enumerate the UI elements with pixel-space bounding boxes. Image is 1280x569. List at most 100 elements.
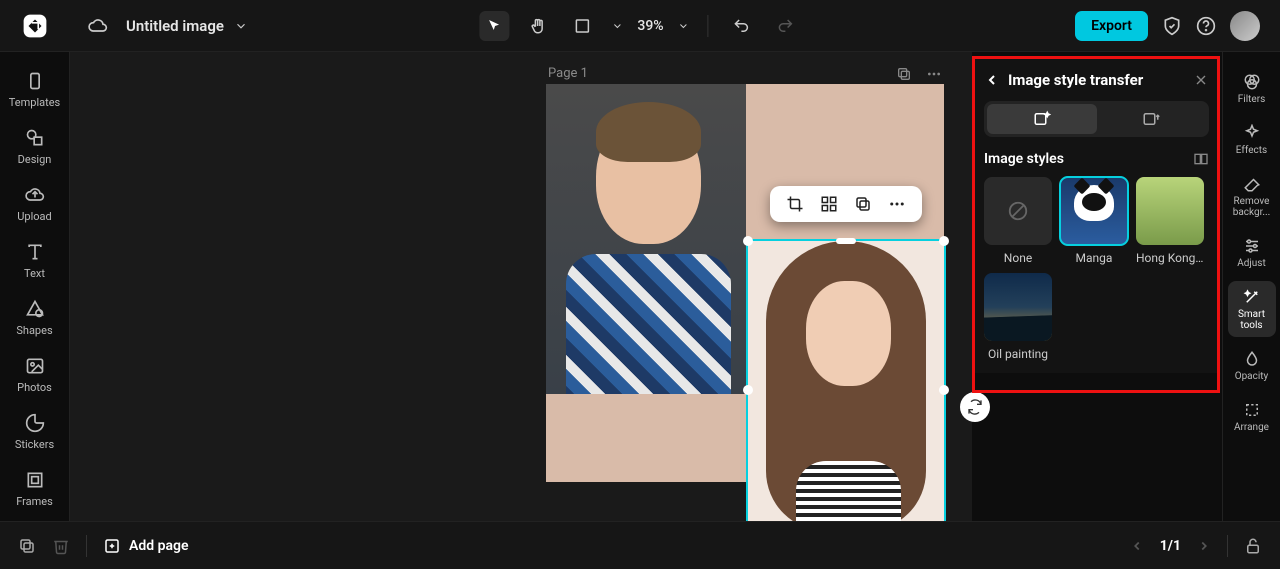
rail-text[interactable]: Text — [0, 241, 69, 280]
rail-stickers[interactable]: Stickers — [0, 412, 69, 451]
rr-label: Remove backgr... — [1228, 196, 1276, 218]
style-label: Manga — [1076, 251, 1113, 265]
image-boy[interactable] — [546, 84, 746, 394]
rr-filters[interactable]: Filters — [1228, 66, 1276, 111]
effects-icon — [1242, 123, 1262, 143]
avatar[interactable] — [1230, 11, 1260, 41]
rail-label: Shapes — [16, 324, 52, 337]
rr-arrange[interactable]: Arrange — [1228, 394, 1276, 439]
page-label: Page 1 — [548, 66, 588, 81]
rr-opacity[interactable]: Opacity — [1228, 343, 1276, 388]
more-icon[interactable] — [888, 195, 906, 213]
section-label: Image styles — [984, 151, 1064, 167]
back-icon[interactable] — [984, 72, 1000, 88]
image-sparkle-icon — [1033, 110, 1051, 128]
lock-icon[interactable] — [1244, 537, 1262, 555]
cloud-icon[interactable] — [88, 16, 108, 36]
redo-button[interactable] — [771, 11, 801, 41]
duplicate-page-icon[interactable] — [896, 66, 912, 82]
style-label: None — [1004, 251, 1032, 265]
rail-label: Templates — [9, 96, 60, 109]
magic-icon — [1242, 287, 1262, 307]
rr-label: Adjust — [1237, 258, 1266, 269]
hand-tool[interactable] — [523, 11, 553, 41]
add-page-icon — [103, 537, 121, 555]
copy-page-icon[interactable] — [18, 537, 36, 555]
style-transfer-panel: Image style transfer Image styles — [974, 59, 1219, 373]
add-page-button[interactable]: Add page — [103, 537, 188, 555]
filters-icon — [1242, 72, 1262, 92]
hongkong-thumb — [1136, 177, 1204, 245]
style-hongkong[interactable]: Hong Kong ... — [1136, 177, 1204, 265]
sliders-icon — [1242, 236, 1262, 256]
document-title-text: Untitled image — [126, 17, 224, 35]
image-girl[interactable] — [746, 241, 944, 539]
rail-label: Text — [24, 267, 45, 280]
stickers-icon — [24, 412, 46, 434]
panel-title: Image style transfer — [1008, 71, 1143, 89]
bottombar: Add page 1/1 — [0, 521, 1280, 569]
rr-adjust[interactable]: Adjust — [1228, 230, 1276, 275]
rr-label: Effects — [1236, 145, 1267, 156]
rr-remove-bg[interactable]: Remove backgr... — [1228, 168, 1276, 224]
style-manga[interactable]: Manga — [1060, 177, 1128, 265]
document-title[interactable]: Untitled image — [126, 17, 248, 35]
copy-icon[interactable] — [854, 195, 872, 213]
rail-label: Stickers — [15, 438, 54, 451]
style-label: Hong Kong ... — [1136, 251, 1204, 265]
upload-icon — [24, 184, 46, 206]
right-rail: Filters Effects Remove backgr... Adjust … — [1222, 52, 1280, 521]
oilpainting-thumb — [984, 273, 1052, 341]
page[interactable] — [546, 84, 944, 482]
app-logo[interactable] — [0, 13, 70, 39]
compare-icon[interactable] — [1193, 151, 1209, 167]
undo-button[interactable] — [727, 11, 757, 41]
chevron-down-icon[interactable] — [678, 20, 690, 32]
rail-label: Frames — [16, 495, 53, 508]
shield-icon[interactable] — [1162, 16, 1182, 36]
rail-shapes[interactable]: Shapes — [0, 298, 69, 337]
rr-label: Arrange — [1234, 422, 1269, 433]
more-icon[interactable] — [926, 66, 942, 82]
canvas[interactable]: Page 1 — [70, 52, 972, 521]
eraser-icon — [1242, 174, 1262, 194]
close-icon[interactable] — [1193, 72, 1209, 88]
export-button[interactable]: Export — [1075, 11, 1148, 41]
select-tool[interactable] — [479, 11, 509, 41]
left-rail: Templates Design Upload Text Shapes Phot… — [0, 52, 70, 521]
photos-icon — [24, 355, 46, 377]
zoom-level[interactable]: 39% — [637, 18, 663, 34]
next-page-icon[interactable] — [1197, 539, 1211, 553]
style-none[interactable]: None — [984, 177, 1052, 265]
tab-custom-style[interactable] — [1097, 104, 1207, 134]
floating-toolbar — [770, 186, 922, 222]
rr-label: Smart tools — [1228, 309, 1276, 331]
none-icon — [984, 177, 1052, 245]
templates-icon — [24, 70, 46, 92]
manga-thumb — [1060, 177, 1128, 245]
rr-smart-tools[interactable]: Smart tools — [1228, 281, 1276, 337]
image-upload-icon — [1142, 110, 1160, 128]
design-icon — [24, 127, 46, 149]
trash-icon[interactable] — [52, 537, 70, 555]
tab-image-style[interactable] — [987, 104, 1097, 134]
add-page-label: Add page — [129, 538, 188, 554]
rail-photos[interactable]: Photos — [0, 355, 69, 394]
chevron-down-icon — [234, 19, 248, 33]
rail-frames[interactable]: Frames — [0, 469, 69, 508]
rail-upload[interactable]: Upload — [0, 184, 69, 223]
prev-page-icon[interactable] — [1130, 539, 1144, 553]
rail-templates[interactable]: Templates — [0, 70, 69, 109]
crop-icon[interactable] — [786, 195, 804, 213]
page-counter: 1/1 — [1160, 538, 1181, 554]
flip-icon[interactable] — [820, 195, 838, 213]
rr-effects[interactable]: Effects — [1228, 117, 1276, 162]
chevron-down-icon[interactable] — [611, 20, 623, 32]
help-icon[interactable] — [1196, 16, 1216, 36]
rail-label: Upload — [17, 210, 51, 223]
rail-design[interactable]: Design — [0, 127, 69, 166]
resize-tool[interactable] — [567, 11, 597, 41]
opacity-icon — [1242, 349, 1262, 369]
style-oilpainting[interactable]: Oil painting — [984, 273, 1052, 361]
arrange-icon — [1242, 400, 1262, 420]
